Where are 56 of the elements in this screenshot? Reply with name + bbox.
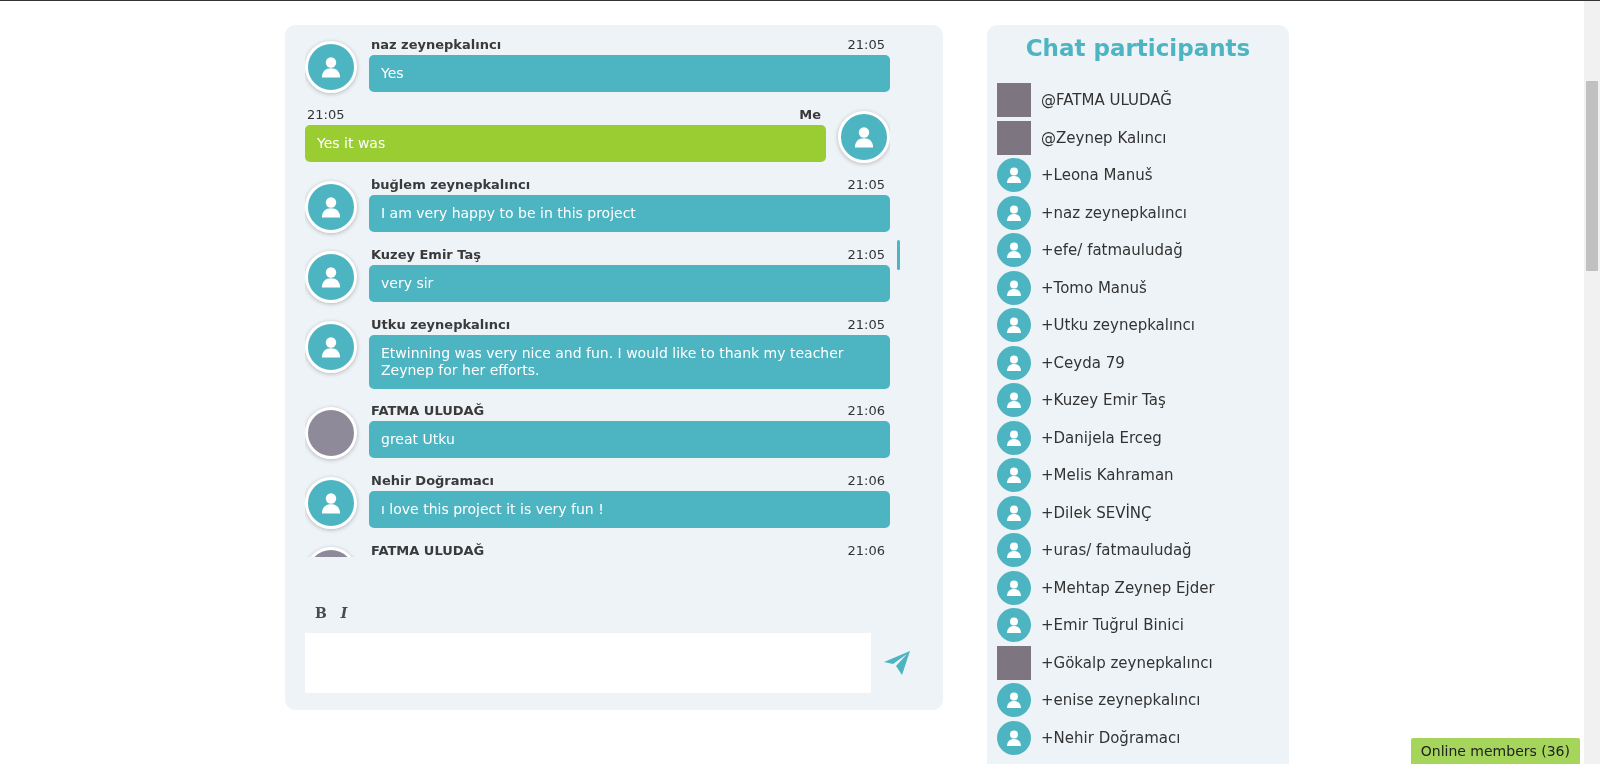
participant-name[interactable]: +efe/ fatmauludağ — [1041, 241, 1183, 260]
message-bubble: Yes — [369, 55, 890, 92]
participant-name[interactable]: +uras/ fatmauludağ — [1041, 541, 1192, 560]
message-bubble: very sir — [369, 265, 890, 302]
italic-button[interactable]: I — [340, 603, 348, 623]
participant-name[interactable]: @Zeynep Kalıncı — [1041, 128, 1167, 147]
message-time: 21:06 — [847, 403, 885, 418]
person-icon — [1004, 315, 1024, 336]
message-author: FATMA ULUDAĞ — [371, 543, 485, 557]
message-time: 21:05 — [847, 317, 885, 332]
participant-name[interactable]: +Kuzey Emir Taş — [1041, 391, 1166, 410]
message-bubble: Etwinning was very nice and fun. I would like to thank my teacher Zeynep for her efforts. — [369, 335, 890, 389]
message-author: buğlem zeynepkalıncı — [371, 177, 531, 192]
message-author: Utku zeynepkalıncı — [371, 317, 511, 332]
online-members-tab[interactable]: Online members (36) — [1410, 738, 1580, 764]
message-bubble: Yes it was — [305, 125, 826, 162]
participant-name[interactable]: +Utku zeynepkalıncı — [1041, 316, 1196, 335]
person-icon — [1004, 240, 1024, 261]
participant-name[interactable]: +naz zeynepkalıncı — [1041, 203, 1187, 222]
participant-name[interactable]: +Tomo Manuš — [1041, 278, 1147, 297]
participant-name[interactable]: +Gökalp zeynepkalıncı — [1041, 653, 1213, 672]
message-time: 21:06 — [847, 473, 885, 488]
participant-name[interactable]: +Emir Tuğrul Binici — [1041, 616, 1184, 635]
message-time: 21:05 — [847, 247, 885, 262]
bold-button[interactable]: B — [315, 603, 327, 623]
participant-name[interactable]: +Mehtap Zeynep Ejder — [1041, 578, 1215, 597]
participant-name[interactable]: +Nehir Doğramacı — [1041, 728, 1181, 747]
participant-name[interactable]: +Ceyda 79 — [1041, 353, 1125, 372]
message-time: 21:06 — [847, 543, 885, 557]
message-author: naz zeynepkalıncı — [371, 37, 502, 52]
message-author: Kuzey Emir Taş — [371, 247, 481, 262]
message-time: 21:05 — [307, 107, 345, 122]
participant-name[interactable]: +enise zeynepkalıncı — [1041, 691, 1201, 710]
person-icon — [1004, 690, 1024, 711]
participant-name[interactable]: @FATMA ULUDAĞ — [1041, 91, 1172, 110]
participant-name[interactable]: +Danijela Erceg — [1041, 428, 1162, 447]
message-author: FATMA ULUDAĞ — [371, 403, 485, 418]
participant-name[interactable]: +Dilek SEVİNÇ — [1041, 503, 1152, 522]
message-time: 21:05 — [847, 37, 885, 52]
scrollbar-thumb[interactable] — [897, 240, 900, 270]
person-icon — [1004, 540, 1024, 561]
person-icon — [1004, 165, 1024, 186]
message-author: Nehir Doğramacı — [371, 473, 495, 488]
panel-title: Chat participants — [1024, 35, 1252, 61]
person-icon — [1004, 465, 1024, 486]
message-author: Me — [799, 107, 821, 122]
person-icon — [1004, 615, 1024, 636]
message-time: 21:05 — [847, 177, 885, 192]
participant-name[interactable]: +Melis Kahraman — [1041, 466, 1174, 485]
message-bubble: great Utku — [369, 421, 890, 458]
message-bubble: ı love this project it is very fun ! — [369, 491, 890, 528]
page-scrollbar[interactable] — [1584, 1, 1600, 764]
person-icon — [1004, 390, 1024, 411]
send-button[interactable] — [883, 650, 911, 676]
participant-name[interactable]: +Leona Manuš — [1041, 166, 1153, 185]
message-bubble: I am very happy to be in this project — [369, 195, 890, 232]
